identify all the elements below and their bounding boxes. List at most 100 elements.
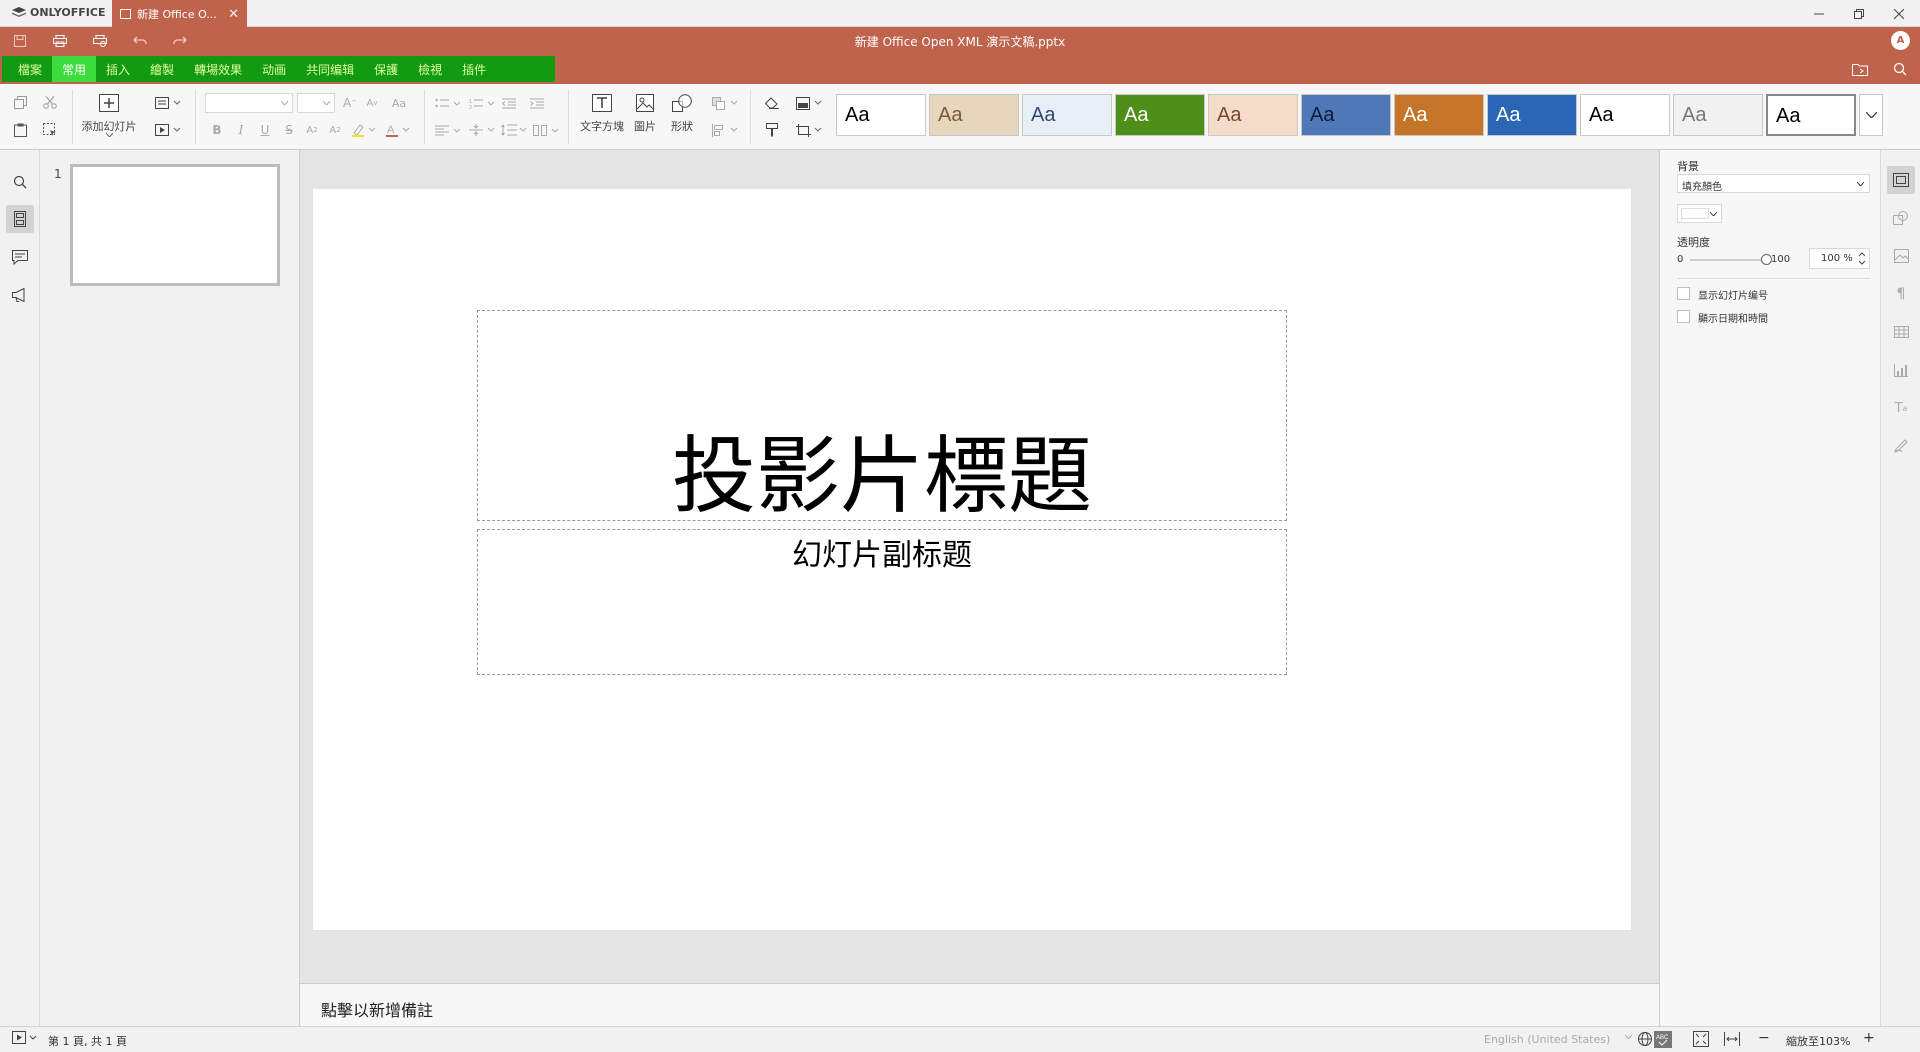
slides-panel-icon[interactable] (6, 205, 34, 233)
vertical-align-icon[interactable] (467, 120, 497, 140)
theme-green-thumbnail[interactable]: Aa (1115, 94, 1205, 136)
increase-indent-icon[interactable] (527, 93, 547, 113)
columns-icon[interactable] (531, 120, 561, 140)
notes-placeholder[interactable]: 點擊以新增備註 (321, 997, 433, 1021)
font-size-combo[interactable] (297, 93, 335, 113)
tab-transitions[interactable]: 轉場效果 (184, 56, 252, 82)
document-tab[interactable]: 新建 Office O... ✕ (112, 0, 247, 28)
bullet-list-icon[interactable] (433, 93, 463, 113)
slide-subtitle[interactable]: 幻灯片副标题 (478, 530, 1286, 574)
slide-settings-icon[interactable] (1887, 166, 1915, 194)
open-file-location-icon[interactable] (1851, 61, 1869, 77)
numbered-list-icon[interactable]: 12 (467, 93, 497, 113)
font-color-icon[interactable]: A (383, 120, 413, 140)
fit-width-icon[interactable] (1724, 1032, 1740, 1046)
image-button[interactable]: 圖片 (628, 118, 662, 134)
slide-title[interactable]: 投影片標題 (478, 429, 1286, 522)
text-box-button[interactable]: 文字方塊 (577, 118, 627, 134)
signature-settings-icon[interactable] (1887, 432, 1915, 460)
paste-icon[interactable] (10, 120, 30, 140)
fill-color-picker[interactable] (1677, 204, 1722, 223)
tab-animation[interactable]: 动画 (252, 56, 296, 82)
comments-icon[interactable] (6, 243, 34, 271)
italic-icon[interactable]: I (231, 120, 251, 140)
opacity-spinner[interactable]: 100 % (1809, 248, 1870, 269)
increase-font-icon[interactable]: A ^ (340, 93, 360, 113)
search-icon[interactable] (1891, 61, 1909, 77)
close-tab-icon[interactable]: ✕ (228, 7, 239, 22)
theme-blank-thumbnail[interactable]: Aa (1766, 94, 1856, 136)
title-placeholder[interactable]: 投影片標題 (477, 310, 1287, 522)
tab-home[interactable]: 常用 (52, 56, 97, 82)
language-select[interactable]: English (United States) (1484, 1033, 1610, 1046)
opacity-slider[interactable] (1690, 254, 1772, 265)
copy-icon[interactable] (10, 92, 30, 112)
theme-white-blue-thumbnail[interactable]: Aa (1580, 94, 1670, 136)
decrease-font-icon[interactable]: Av (362, 93, 382, 113)
add-slide-icon[interactable] (97, 92, 121, 114)
shape-settings-icon[interactable] (1887, 204, 1915, 232)
minimize-window-button[interactable] (1799, 0, 1839, 27)
underline-icon[interactable]: U (255, 120, 275, 140)
image-settings-icon[interactable] (1887, 242, 1915, 270)
chevron-down-icon[interactable] (104, 131, 114, 139)
spellcheck-icon[interactable]: ABC (1654, 1031, 1672, 1048)
change-case-icon[interactable]: Aa (384, 93, 414, 113)
text-art-settings-icon[interactable]: Ta (1887, 394, 1915, 422)
strikethrough-icon[interactable]: S (279, 120, 299, 140)
font-name-combo[interactable] (205, 93, 293, 113)
subtitle-placeholder[interactable]: 幻灯片副标题 (477, 529, 1287, 675)
notes-panel[interactable]: 點擊以新增備註 (300, 983, 1659, 1026)
tab-insert[interactable]: 插入 (96, 56, 140, 82)
superscript-icon[interactable]: A2 (302, 120, 322, 140)
highlight-color-icon[interactable] (349, 120, 379, 140)
change-color-theme-icon[interactable] (794, 93, 824, 113)
show-date-time-checkbox[interactable] (1677, 310, 1690, 323)
theme-blue-wave-thumbnail[interactable]: Aa (1301, 94, 1391, 136)
themes-expand-button[interactable] (1859, 94, 1883, 136)
close-window-button[interactable] (1879, 0, 1919, 27)
slide-layout-icon[interactable] (153, 93, 183, 113)
tab-collaboration[interactable]: 共同编辑 (296, 56, 364, 82)
image-icon[interactable] (633, 92, 657, 114)
fill-type-select[interactable]: 填充顏色 (1677, 174, 1870, 193)
theme-peach-thumbnail[interactable]: Aa (1208, 94, 1298, 136)
theme-office-thumbnail[interactable]: Aa (836, 94, 926, 136)
slideshow-menu-button[interactable] (12, 1031, 38, 1045)
start-slideshow-icon[interactable] (153, 120, 183, 140)
restore-window-button[interactable] (1839, 0, 1879, 27)
arrange-icon[interactable] (710, 93, 740, 113)
theme-blue-dots-thumbnail[interactable]: Aa (1487, 94, 1577, 136)
tab-view[interactable]: 檢視 (408, 56, 452, 82)
align-objects-icon[interactable] (710, 120, 740, 140)
shape-button[interactable]: 形狀 (665, 118, 699, 134)
align-left-icon[interactable] (433, 120, 463, 140)
theme-grey-thumbnail[interactable]: Aa (1673, 94, 1763, 136)
tab-plugins[interactable]: 插件 (452, 56, 496, 82)
language-globe-icon[interactable] (1625, 1031, 1653, 1047)
tab-file[interactable]: 檔案 (8, 56, 52, 82)
theme-light-blue-thumbnail[interactable]: Aa (1022, 94, 1112, 136)
feedback-megaphone-icon[interactable] (6, 281, 34, 309)
line-spacing-icon[interactable] (499, 120, 529, 140)
table-settings-icon[interactable] (1887, 318, 1915, 346)
bold-icon[interactable]: B (207, 120, 227, 140)
cut-icon[interactable] (40, 92, 60, 112)
zoom-in-button[interactable]: + (1863, 1030, 1875, 1046)
show-slide-number-checkbox[interactable] (1677, 287, 1690, 300)
select-all-icon[interactable] (40, 120, 60, 140)
tab-protection[interactable]: 保護 (364, 56, 408, 82)
search-icon[interactable] (6, 168, 34, 196)
subscript-icon[interactable]: A2 (325, 120, 345, 140)
decrease-indent-icon[interactable] (499, 93, 519, 113)
theme-paper-thumbnail[interactable]: Aa (929, 94, 1019, 136)
clear-style-icon[interactable] (762, 93, 782, 113)
theme-autumn-thumbnail[interactable]: Aa (1394, 94, 1484, 136)
chart-settings-icon[interactable] (1887, 356, 1915, 384)
copy-style-icon[interactable] (762, 120, 782, 140)
fit-slide-icon[interactable] (1693, 1031, 1709, 1047)
shape-icon[interactable] (670, 92, 694, 114)
tab-draw[interactable]: 繪製 (140, 56, 184, 82)
user-avatar[interactable]: A (1891, 31, 1910, 50)
slide-size-icon[interactable] (794, 120, 824, 140)
